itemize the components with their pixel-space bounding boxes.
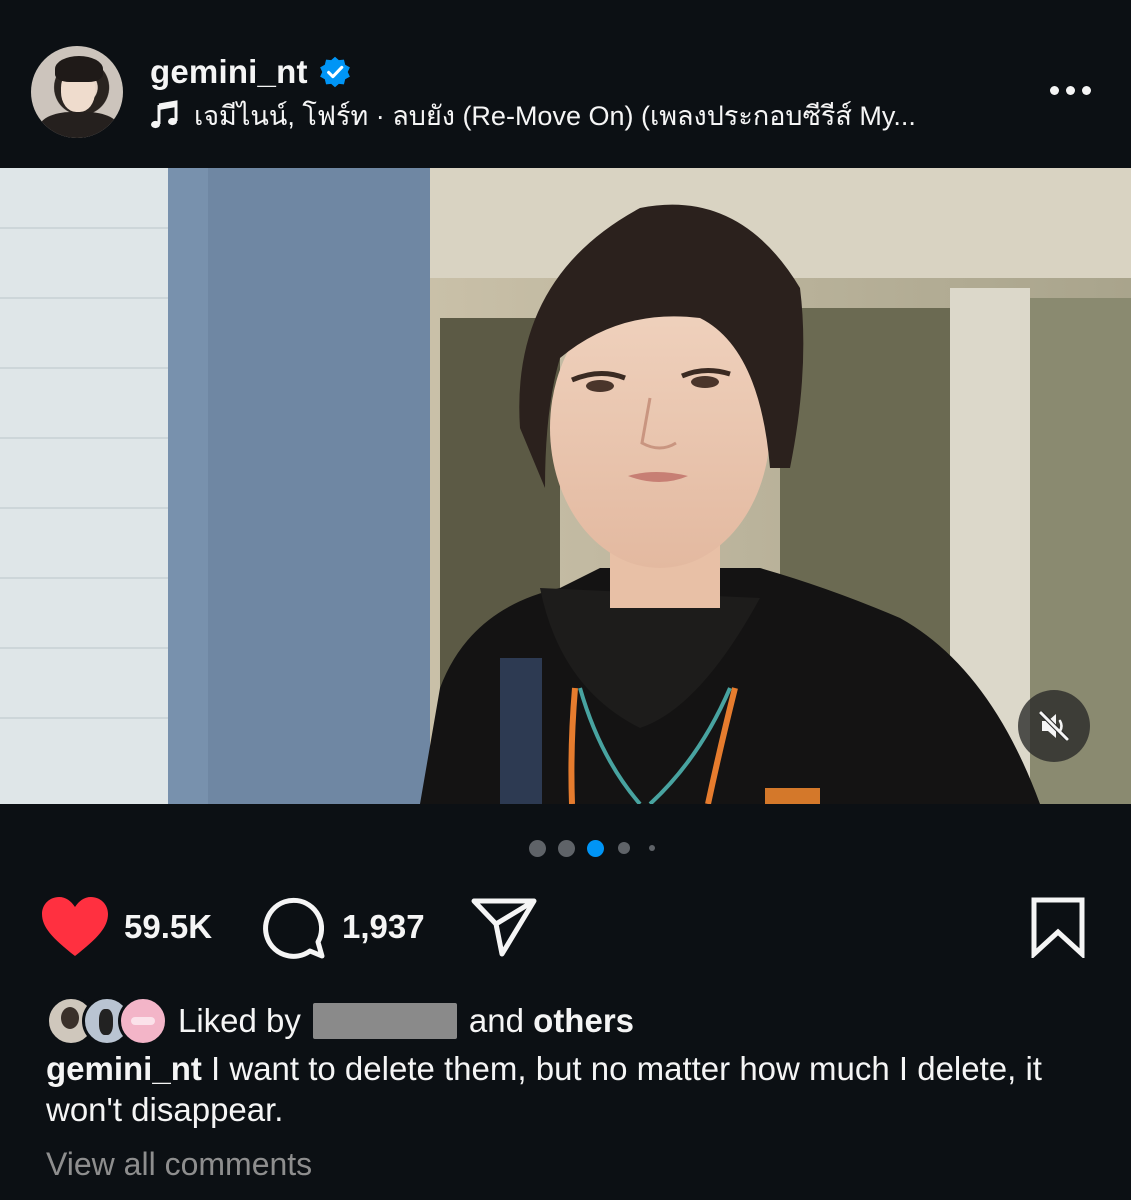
liked-by-row[interactable]: Liked by and others [46,996,634,1046]
music-label: เจมีไนน์, โฟร์ท · ลบยัง (Re-Move On) (เพ… [194,100,916,131]
caption-username[interactable]: gemini_nt [46,1050,202,1087]
liker-avatar [118,996,168,1046]
music-note-icon [151,100,178,129]
carousel-dot [557,839,575,857]
post-header: gemini_nt เจมีไนน์, โฟร์ท · ลบยัง (Re-Mo… [0,0,1131,168]
mute-toggle-button[interactable] [1018,690,1090,762]
redacted-username [312,1003,457,1039]
music-row[interactable]: เจมีไนน์, โฟร์ท · ลบยัง (Re-Move On) (เพ… [150,96,990,134]
post-media[interactable] [0,168,1131,804]
speaker-muted-icon [1039,711,1069,741]
avatar-hair [55,56,103,82]
video-frame [0,168,1131,804]
liked-by-and: and [468,1002,524,1039]
username[interactable]: gemini_nt [150,53,308,91]
action-bar: 59.5K 1,937 [0,880,1131,980]
carousel-dot [528,839,546,857]
post-caption: gemini_nt I want to delete them, but no … [46,1048,1086,1130]
share-send-icon[interactable] [470,896,538,958]
carousel-dot [618,842,630,854]
comment-count[interactable]: 1,937 [342,908,425,946]
more-options-icon[interactable] [1040,76,1100,104]
view-all-comments-link[interactable]: View all comments [46,1146,312,1183]
verified-badge-icon [319,56,350,88]
liked-by-prefix: Liked by [178,1002,301,1039]
carousel-indicator [0,838,1131,858]
carousel-dot [649,845,655,851]
bookmark-save-icon[interactable] [1030,896,1086,958]
like-count[interactable]: 59.5K [124,908,212,946]
liked-by-others[interactable]: others [533,1002,634,1040]
like-heart-icon[interactable] [40,896,110,958]
avatar[interactable] [31,46,123,138]
carousel-dot-active [586,839,604,857]
avatar-body [39,112,119,138]
liked-by-text: Liked by and others [178,1002,634,1040]
comment-icon[interactable] [262,896,326,960]
username-row: gemini_nt [150,52,352,92]
